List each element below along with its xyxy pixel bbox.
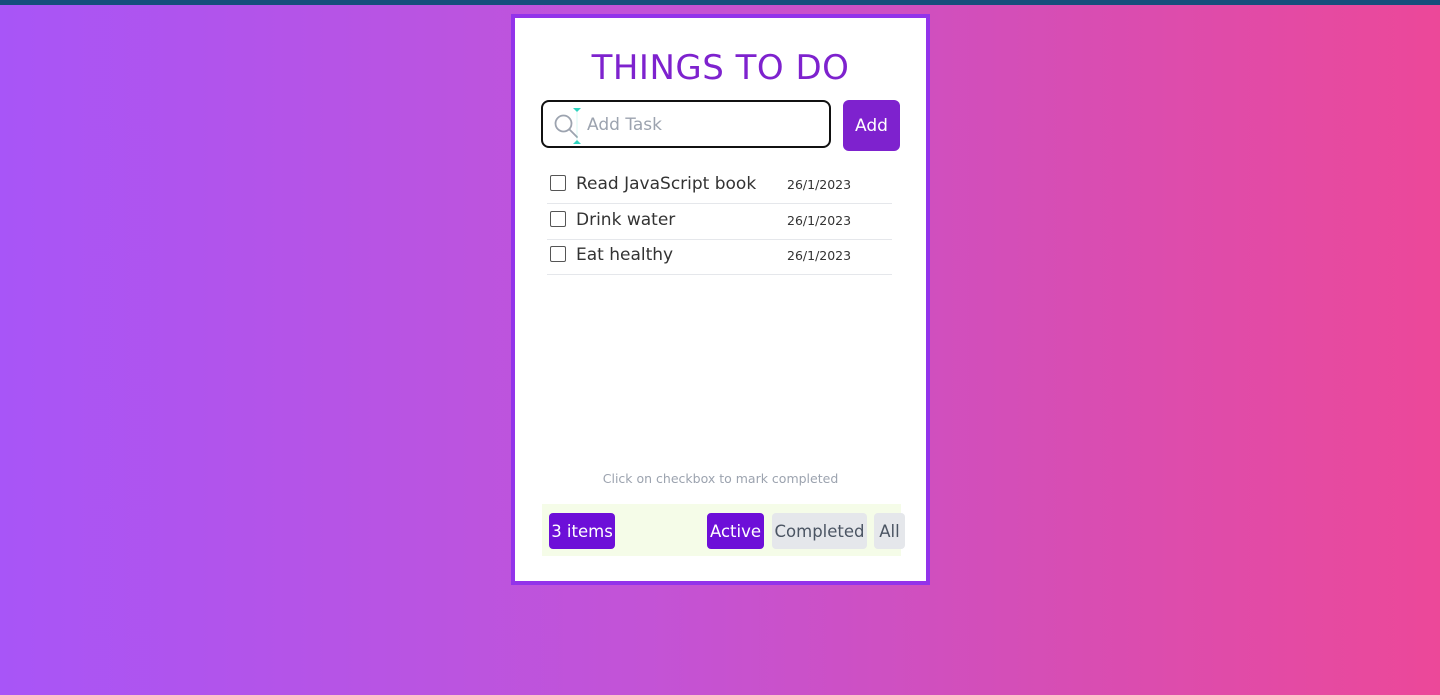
task-input-wrapper[interactable]	[541, 100, 831, 148]
text-cursor-icon	[573, 108, 581, 144]
task-date: 26/1/2023	[787, 248, 852, 263]
filter-all-button[interactable]: All	[874, 513, 905, 549]
items-count-badge: 3 items	[549, 513, 615, 549]
filter-active-button[interactable]: Active	[707, 513, 764, 549]
hint-text: Click on checkbox to mark completed	[602, 471, 839, 486]
task-row: Eat healthy 26/1/2023	[547, 240, 892, 275]
page-title: THINGS TO DO	[591, 48, 850, 88]
todo-card: THINGS TO DO Add Read JavaScript book 26…	[511, 14, 930, 585]
task-list: Read JavaScript book 26/1/2023 Drink wat…	[547, 169, 892, 276]
task-text: Eat healthy	[576, 245, 674, 265]
task-text: Drink water	[576, 209, 676, 230]
task-row: Drink water 26/1/2023	[547, 205, 892, 240]
add-task-input[interactable]	[585, 108, 819, 142]
task-checkbox[interactable]	[550, 246, 566, 262]
task-row: Read JavaScript book 26/1/2023	[547, 169, 892, 204]
task-checkbox[interactable]	[550, 210, 566, 227]
task-text: Read JavaScript book	[576, 174, 757, 194]
filter-completed-button[interactable]: Completed	[772, 513, 867, 549]
browser-top-bar	[0, 0, 1440, 5]
task-date: 26/1/2023	[787, 177, 852, 192]
filter-footer: 3 items Active Completed All	[542, 504, 905, 556]
task-date: 26/1/2023	[787, 212, 852, 228]
add-task-button[interactable]: Add	[843, 100, 900, 151]
task-checkbox[interactable]	[550, 175, 566, 191]
